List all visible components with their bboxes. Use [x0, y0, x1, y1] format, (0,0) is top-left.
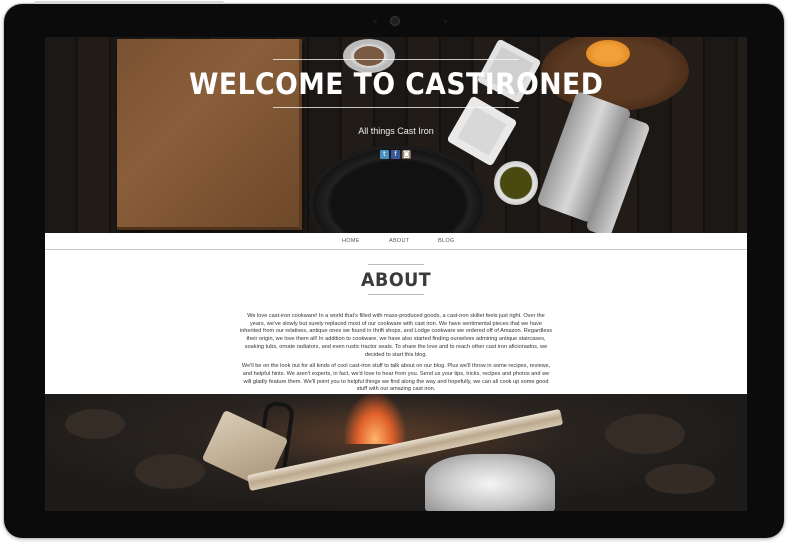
leaf-decor	[65, 409, 125, 439]
about-section: ABOUT We love cast-iron cookware! In a w…	[45, 250, 747, 393]
facebook-icon[interactable]: f	[391, 150, 400, 159]
hero-oil-cup-image	[494, 161, 538, 205]
leaf-decor	[605, 414, 685, 454]
about-heading: ABOUT	[360, 269, 432, 291]
social-links: t f ◙	[380, 150, 411, 159]
nav-about[interactable]: ABOUT	[389, 238, 409, 244]
about-paragraph-2: We'll be on the look out for all kinds o…	[241, 363, 551, 393]
instagram-icon[interactable]: ◙	[402, 150, 411, 159]
site-tagline: All things Cast Iron	[358, 126, 434, 136]
about-body: We love cast-iron cookware! In a world t…	[239, 313, 553, 398]
nav-home[interactable]: HOME	[342, 238, 360, 244]
twitter-icon[interactable]: t	[380, 150, 389, 159]
tablet-frame: WELCOME TO CASTIRONED All things Cast Ir…	[4, 1, 784, 538]
hero-banner: WELCOME TO CASTIRONED All things Cast Ir…	[45, 37, 747, 259]
nav-blog[interactable]: BLOG	[438, 238, 454, 244]
campfire-image	[45, 394, 747, 511]
browser-viewport: WELCOME TO CASTIRONED All things Cast Ir…	[45, 37, 747, 511]
hero-title-rule-bottom	[273, 107, 519, 108]
tablet-top-edge	[34, 1, 224, 4]
main-nav: HOME ABOUT BLOG	[45, 233, 747, 250]
leaf-decor	[645, 464, 715, 494]
hero-title-block: WELCOME TO CASTIRONED	[45, 59, 747, 108]
about-rule-bottom	[368, 294, 424, 295]
fire-flame	[345, 394, 405, 444]
hero-title-rule-top	[273, 59, 519, 60]
about-rule-top	[368, 264, 424, 265]
about-paragraph-1: We love cast-iron cookware! In a world t…	[239, 313, 553, 358]
foil-packet	[425, 454, 555, 511]
proximity-sensor	[444, 20, 447, 23]
light-sensor	[374, 20, 377, 23]
about-heading-block: ABOUT	[45, 264, 747, 295]
front-camera	[390, 16, 400, 26]
leaf-decor	[135, 454, 205, 489]
site-title: WELCOME TO CASTIRONED	[188, 67, 604, 101]
